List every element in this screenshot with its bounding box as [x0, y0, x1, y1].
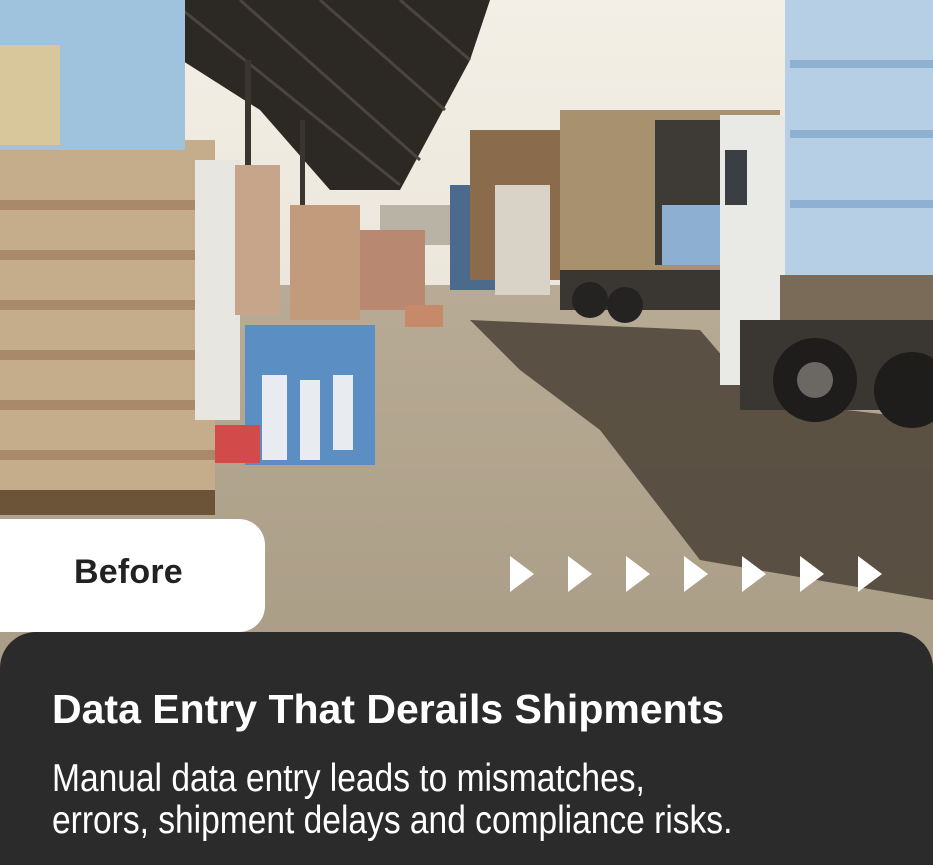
panel-body-line: errors, shipment delays and compliance r…: [52, 799, 733, 842]
arrow-right-icon: [742, 556, 766, 592]
arrow-right-icon: [510, 556, 534, 592]
panel-body-line: Manual data entry leads to mismatches,: [52, 757, 645, 800]
panel-body: Manual data entry leads to mismatches, e…: [52, 758, 809, 842]
arrow-right-icon: [626, 556, 650, 592]
arrow-right-icon: [858, 556, 882, 592]
arrow-right-icon: [800, 556, 824, 592]
arrow-indicator-row: [510, 556, 882, 594]
arrow-right-icon: [568, 556, 592, 592]
arrow-right-icon: [684, 556, 708, 592]
before-label: Before: [74, 553, 183, 591]
panel-title: Data Entry That Derails Shipments: [52, 686, 725, 732]
